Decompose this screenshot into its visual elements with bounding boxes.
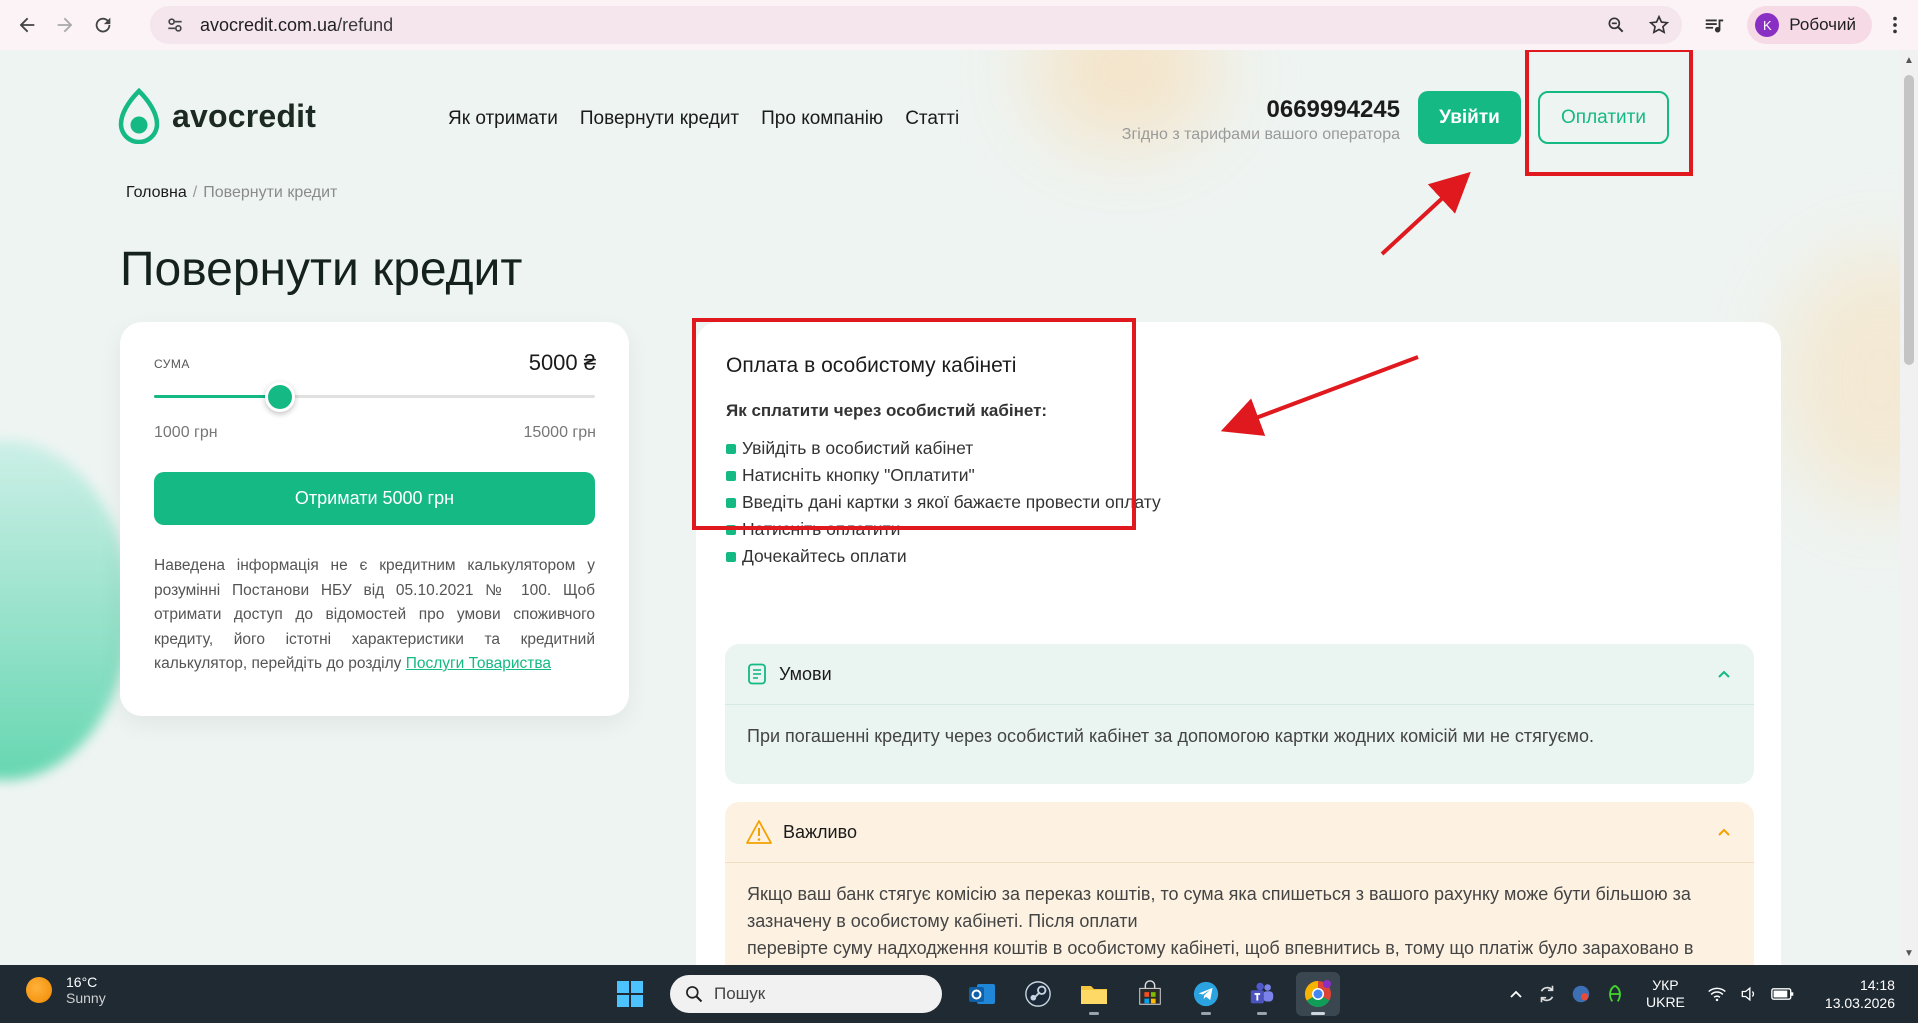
temperature: 16°C [66, 974, 98, 990]
page-scrollbar[interactable]: ▲ ▼ [1900, 50, 1918, 965]
browser-toolbar: avocredit.com.ua/refund K Робочий [0, 0, 1918, 50]
telegram-icon [1193, 981, 1219, 1007]
outlook-app[interactable] [960, 972, 1004, 1016]
arrow-left-icon [19, 17, 35, 33]
profile-chip[interactable]: K Робочий [1747, 6, 1872, 44]
sync-icon[interactable] [1536, 983, 1558, 1005]
media-controls-icon[interactable] [1703, 14, 1725, 36]
weather-widget[interactable]: 16°C Sunny [26, 974, 106, 1006]
scroll-up-icon[interactable]: ▲ [1904, 56, 1914, 66]
zoom-icon[interactable] [1606, 15, 1626, 35]
running-indicator [1311, 1012, 1325, 1015]
steam-app[interactable] [1016, 972, 1060, 1016]
forward-button[interactable] [48, 8, 82, 42]
network-app-icon[interactable] [1570, 983, 1592, 1005]
telegram-app[interactable] [1184, 972, 1228, 1016]
input-language[interactable]: УКР UKRE [1646, 977, 1685, 1011]
file-explorer-app[interactable] [1072, 972, 1116, 1016]
taskbar-apps: Пошук [608, 972, 1340, 1016]
sun-icon [26, 977, 52, 1003]
chrome-icon [1304, 980, 1331, 1008]
store-icon [1139, 980, 1161, 1005]
arrow-right-icon [57, 17, 73, 33]
teams-icon [1250, 982, 1274, 1004]
annotation-arrow [1380, 171, 1471, 256]
chrome-app[interactable] [1296, 972, 1340, 1016]
system-clock[interactable]: 14:18 13.03.2026 [1825, 976, 1895, 1012]
wifi-icon[interactable] [1707, 984, 1727, 1004]
scrollbar-thumb[interactable] [1904, 75, 1914, 365]
steam-icon [1025, 981, 1051, 1007]
reload-button[interactable] [86, 8, 120, 42]
annotation-arrows [1220, 171, 1471, 436]
scroll-down-icon[interactable]: ▼ [1904, 949, 1914, 959]
clock-date: 13.03.2026 [1824, 995, 1895, 1011]
folder-icon [1081, 986, 1107, 1004]
volume-icon[interactable] [1739, 984, 1759, 1004]
running-indicator [1089, 1012, 1099, 1015]
start-button[interactable] [608, 972, 652, 1016]
weather-condition: Sunny [66, 990, 106, 1006]
razer-icon[interactable] [1604, 983, 1626, 1005]
search-placeholder: Пошук [714, 984, 766, 1003]
search-icon [686, 986, 703, 1003]
running-indicator [1201, 1012, 1211, 1015]
clock-time: 14:18 [1859, 977, 1895, 993]
bookmark-star-icon[interactable] [1648, 14, 1670, 36]
avatar: K [1755, 13, 1780, 37]
more-menu-icon[interactable] [1884, 14, 1906, 36]
site-settings-icon[interactable] [162, 12, 188, 38]
windows-taskbar: 16°C Sunny Пошук УКР UKRE 14:18 13.03.20… [0, 965, 1918, 1023]
annotation-arrow [1220, 355, 1419, 436]
page-viewport: avocredit Як отримати Повернути кредит П… [0, 50, 1900, 965]
teams-app[interactable] [1240, 972, 1284, 1016]
url-text[interactable]: avocredit.com.ua/refund [200, 15, 393, 36]
reload-icon [95, 17, 111, 33]
running-indicator [1257, 1012, 1267, 1015]
system-tray: УКР UKRE 14:18 13.03.2026 [1508, 965, 1895, 1023]
chevron-up-icon[interactable] [1508, 986, 1524, 1002]
store-app[interactable] [1128, 972, 1172, 1016]
address-bar[interactable]: avocredit.com.ua/refund [150, 6, 1682, 44]
windows-logo-icon [617, 981, 643, 1007]
outlook-icon [969, 984, 995, 1004]
back-button[interactable] [10, 8, 44, 42]
taskbar-search[interactable]: Пошук [670, 975, 942, 1013]
battery-icon[interactable] [1771, 985, 1795, 1003]
